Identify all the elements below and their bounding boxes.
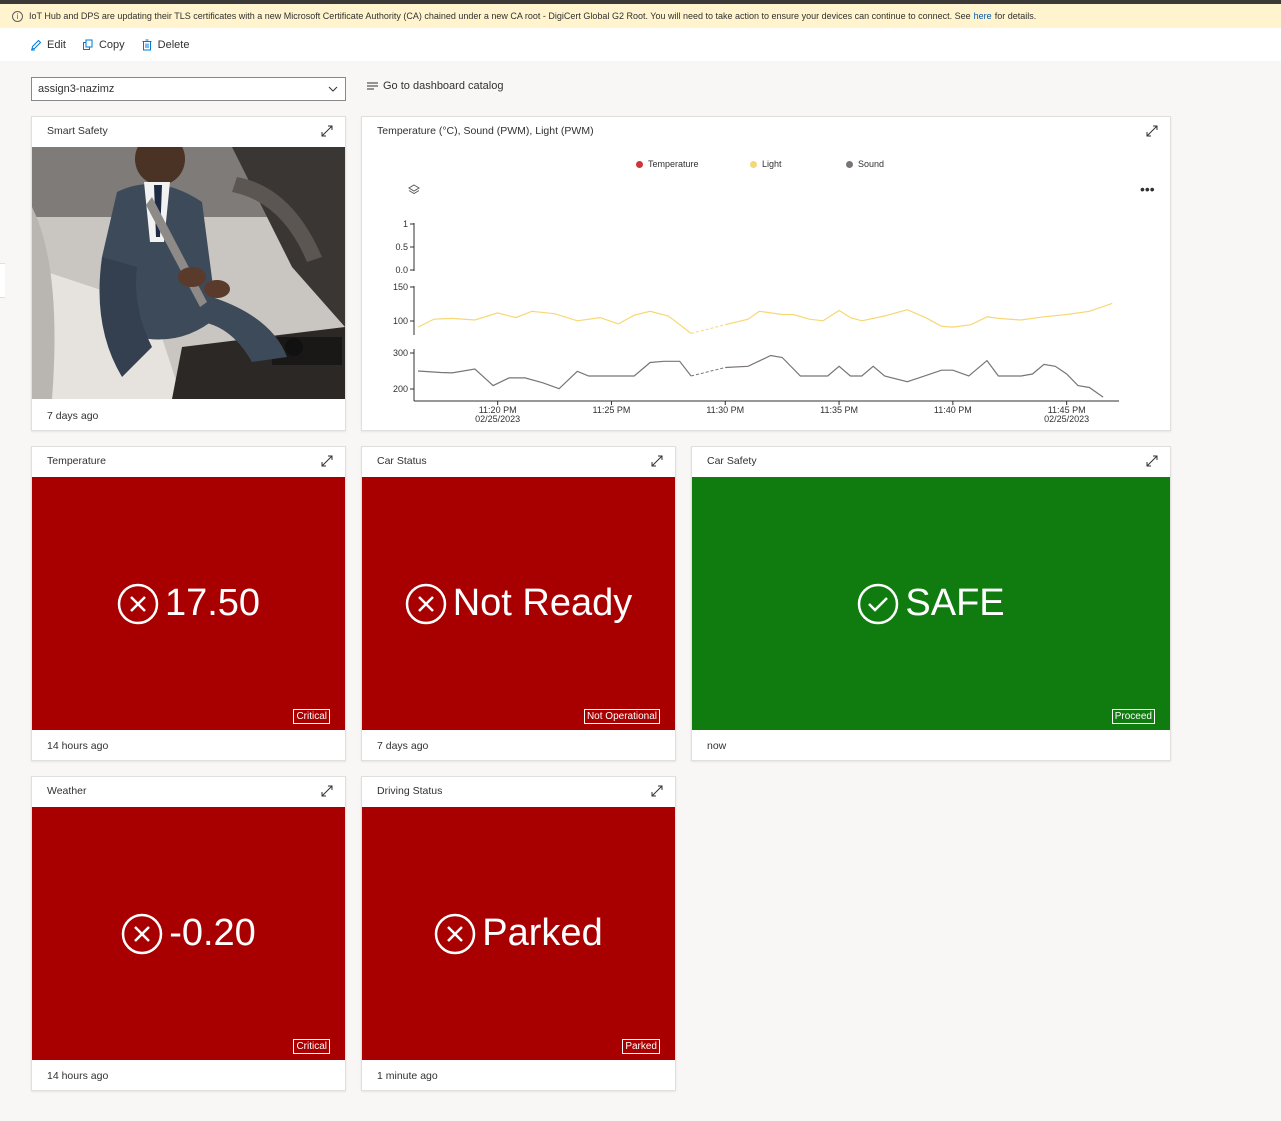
kpi-panel: Parked Parked [362,807,675,1060]
copy-button[interactable]: Copy [82,39,125,51]
kpi-panel: SAFE Proceed [692,477,1170,730]
dashboard-select-value: assign3-nazimz [38,83,115,95]
tile-timestamp: 7 days ago [47,410,99,422]
error-circle-icon [121,913,163,954]
y-tick-label: 1 [403,219,408,229]
kpi-panel: 17.50 Critical [32,477,345,730]
status-badge: Proceed [1111,709,1155,724]
kpi-value: Not Ready [452,582,633,624]
series-line-sound [417,360,692,390]
x-tick-sublabel: 02/25/2023 [1044,414,1089,424]
status-badge: Not Operational [583,709,660,724]
error-circle-icon [117,583,159,624]
series-gap-light [690,324,726,334]
edit-button[interactable]: Edit [30,39,66,51]
tile-timestamp: 7 days ago [377,740,429,752]
kpi-value: SAFE [905,582,1005,624]
chevron-down-icon [328,86,338,92]
dashboard-catalog-label: Go to dashboard catalog [383,80,504,92]
x-tick-label: 11:30 PM [706,405,744,415]
telemetry-chart-tile: Temperature (°C), Sound (PWM), Light (PW… [361,116,1171,431]
driver-seatbelt-photo [32,147,345,399]
list-icon [367,82,378,90]
y-tick-label: 200 [393,384,408,394]
car-status-tile: Car Status Not Ready Not Operational 7 d… [361,446,676,761]
temperature-tile: Temperature 17.50 Critical 14 hours ago [31,446,346,761]
tile-timestamp: 1 minute ago [377,1070,438,1082]
car-safety-tile: Car Safety SAFE Proceed now [691,446,1171,761]
expand-icon[interactable] [1146,455,1158,467]
checkmark-circle-icon [858,583,899,624]
dashboard-catalog-link[interactable]: Go to dashboard catalog [367,80,503,92]
x-tick-label: 11:40 PM [934,405,972,415]
driving-status-tile: Driving Status Parked Parked 1 minute ag… [361,776,676,1091]
y-tick-label: 0.5 [395,242,408,252]
kpi-value: -0.20 [169,912,256,954]
smart-safety-tile: Smart Safety 7 days ago [31,116,346,431]
tile-timestamp: now [707,740,727,752]
error-circle-icon [405,583,446,624]
series-gap-sound [690,367,726,377]
tile-title: Temperature [47,455,106,467]
expand-icon[interactable] [651,785,663,797]
x-tick-label: 11:35 PM [820,405,858,415]
line-chart: 10.50.015010030020011:20 PM02/25/202311:… [393,219,1119,424]
tile-title: Car Status [377,455,427,467]
delete-label: Delete [157,38,190,51]
dashboard-select[interactable]: assign3-nazimz [31,77,346,101]
certificate-warning-banner: i IoT Hub and DPS are updating their TLS… [0,4,1281,28]
tile-timestamp: 14 hours ago [47,740,109,752]
tile-timestamp: 14 hours ago [47,1070,109,1082]
series-line-light [725,302,1113,328]
dashboard-toolbar: Edit Copy Delete [0,28,1281,61]
status-badge: Critical [293,1039,330,1054]
expand-icon[interactable] [651,455,663,467]
tile-title: Weather [47,785,87,797]
banner-details-link[interactable]: here [974,11,992,21]
x-tick-label: 11:25 PM [593,405,631,415]
weather-tile: Weather -0.20 Critical 14 hours ago [31,776,346,1091]
copy-label: Copy [98,38,125,51]
pencil-icon [31,39,42,50]
x-tick-sublabel: 02/25/2023 [475,414,520,424]
expand-icon[interactable] [321,785,333,797]
kpi-panel: -0.20 Critical [32,807,345,1060]
side-panel-handle[interactable] [0,263,5,298]
kpi-value: Parked [482,912,603,954]
kpi-panel: Not Ready Not Operational [362,477,675,730]
tile-title: Smart Safety [47,125,108,137]
expand-icon[interactable] [321,125,333,137]
y-tick-label: 0.0 [395,265,408,275]
status-badge: Parked [622,1039,660,1054]
banner-text: IoT Hub and DPS are updating their TLS c… [29,11,971,21]
tile-title: Driving Status [377,785,443,797]
tile-title: Car Safety [707,455,757,467]
trash-icon [142,39,152,50]
y-tick-label: 150 [393,282,408,292]
banner-text-end: for details. [994,11,1037,21]
error-circle-icon [435,913,476,954]
status-badge: Critical [293,709,330,724]
edit-label: Edit [47,38,66,51]
series-line-sound [725,354,1104,398]
y-tick-label: 100 [393,316,408,326]
series-line-light [417,310,692,334]
copy-icon [82,39,93,50]
kpi-value: 17.50 [164,582,261,624]
delete-button[interactable]: Delete [141,38,190,51]
y-tick-label: 300 [393,348,408,358]
info-icon: i [12,10,23,22]
expand-icon[interactable] [321,455,333,467]
